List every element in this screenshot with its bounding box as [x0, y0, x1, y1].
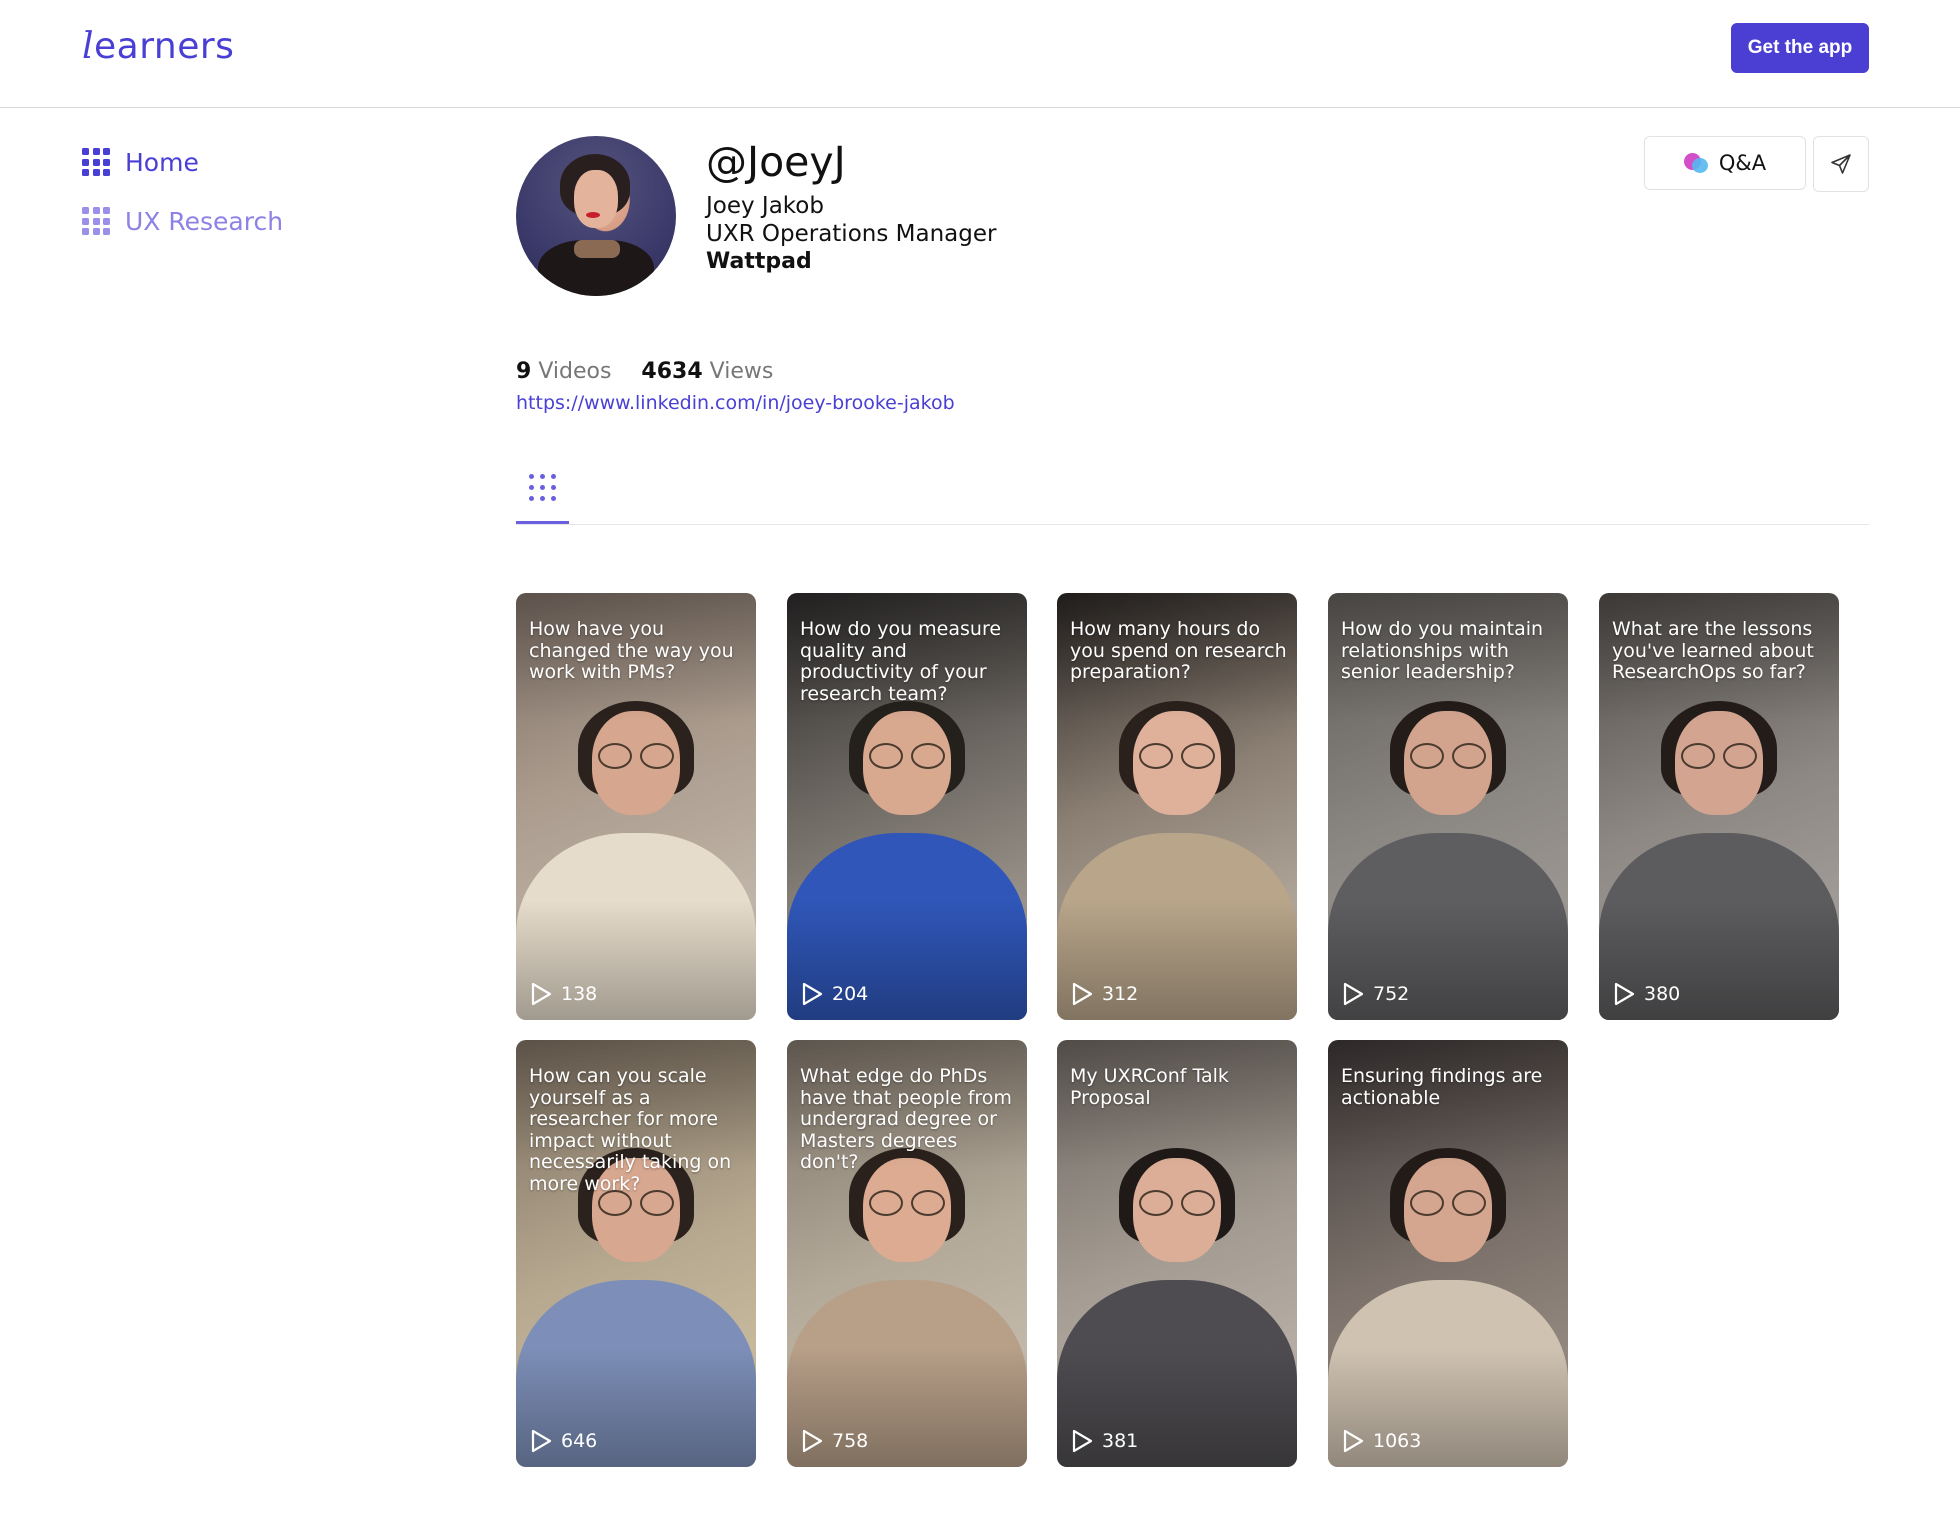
- profile-company: Wattpad: [706, 249, 812, 274]
- video-card[interactable]: How do you maintain relationships with s…: [1328, 593, 1568, 1020]
- video-card[interactable]: How many hours do you spend on research …: [1057, 593, 1297, 1020]
- play-count-number: 381: [1102, 1430, 1139, 1452]
- send-icon: [1831, 154, 1851, 174]
- play-count-number: 646: [561, 1430, 598, 1452]
- video-title: How do you measure quality and productiv…: [800, 618, 1002, 705]
- top-header: learners Get the app: [0, 0, 1960, 108]
- video-card[interactable]: How have you changed the way you work wi…: [516, 593, 756, 1020]
- views-label: Views: [709, 359, 774, 384]
- views-count: 4634: [641, 359, 703, 384]
- video-card[interactable]: Ensuring findings are actionable 1063: [1328, 1040, 1568, 1467]
- play-icon: [531, 1429, 552, 1453]
- play-count-number: 380: [1644, 983, 1681, 1005]
- learners-logo[interactable]: learners: [82, 26, 234, 67]
- video-play-count: 646: [529, 1428, 597, 1454]
- profile-avatar: [516, 136, 676, 296]
- grid-icon: [82, 207, 110, 235]
- play-count-number: 138: [561, 983, 598, 1005]
- video-title: My UXRConf Talk Proposal: [1070, 1065, 1229, 1109]
- play-icon: [531, 982, 552, 1006]
- video-card[interactable]: What are the lessons you've learned abou…: [1599, 593, 1839, 1020]
- video-play-count: 312: [1070, 981, 1138, 1007]
- play-icon: [802, 982, 823, 1006]
- chat-bubbles-icon: [1683, 151, 1710, 175]
- video-title: What are the lessons you've learned abou…: [1612, 618, 1814, 683]
- dots-grid-icon: [529, 474, 559, 504]
- play-icon: [802, 1429, 823, 1453]
- video-play-count: 204: [800, 981, 868, 1007]
- play-icon: [1072, 982, 1093, 1006]
- play-icon: [1343, 1429, 1364, 1453]
- videos-count: 9: [516, 359, 532, 384]
- video-play-count: 752: [1341, 981, 1409, 1007]
- video-title: How can you scale yourself as a research…: [529, 1065, 732, 1195]
- video-title: How do you maintain relationships with s…: [1341, 618, 1544, 683]
- sidebar-item-label: Home: [125, 147, 199, 177]
- sidebar-item-label: UX Research: [125, 206, 284, 236]
- play-count-number: 758: [832, 1430, 869, 1452]
- video-play-count: 138: [529, 981, 597, 1007]
- get-the-app-button[interactable]: Get the app: [1731, 23, 1869, 73]
- video-title: How have you changed the way you work wi…: [529, 618, 734, 683]
- qa-button[interactable]: Q&A: [1644, 136, 1806, 190]
- video-title: What edge do PhDs have that people from …: [800, 1065, 1012, 1173]
- video-play-count: 381: [1070, 1428, 1138, 1454]
- video-card[interactable]: How do you measure quality and productiv…: [787, 593, 1027, 1020]
- profile-handle: @JoeyJ: [706, 138, 846, 186]
- videos-label: Videos: [538, 359, 612, 384]
- play-count-number: 1063: [1373, 1430, 1422, 1452]
- video-card[interactable]: How can you scale yourself as a research…: [516, 1040, 756, 1467]
- play-count-number: 204: [832, 983, 869, 1005]
- play-icon: [1343, 982, 1364, 1006]
- share-button[interactable]: [1813, 136, 1869, 192]
- profile-stats: 9 Videos 4634 Views: [516, 359, 773, 384]
- profile-job-title: UXR Operations Manager: [706, 221, 997, 247]
- play-icon: [1614, 982, 1635, 1006]
- play-icon: [1072, 1429, 1093, 1453]
- sidebar: Home UX Research: [82, 138, 283, 256]
- sidebar-item-ux-research[interactable]: UX Research: [82, 197, 283, 245]
- grid-icon: [82, 148, 110, 176]
- tab-videos-grid[interactable]: [516, 468, 569, 524]
- sidebar-item-home[interactable]: Home: [82, 138, 283, 186]
- video-title: How many hours do you spend on research …: [1070, 618, 1287, 683]
- profile-name: Joey Jakob: [706, 193, 824, 219]
- video-card[interactable]: My UXRConf Talk Proposal 381: [1057, 1040, 1297, 1467]
- video-card[interactable]: What edge do PhDs have that people from …: [787, 1040, 1027, 1467]
- video-play-count: 380: [1612, 981, 1680, 1007]
- qa-button-label: Q&A: [1718, 151, 1767, 175]
- profile-tab-bar: [516, 468, 1869, 525]
- video-play-count: 1063: [1341, 1428, 1421, 1454]
- play-count-number: 752: [1373, 983, 1410, 1005]
- video-title: Ensuring findings are actionable: [1341, 1065, 1543, 1109]
- play-count-number: 312: [1102, 983, 1139, 1005]
- video-play-count: 758: [800, 1428, 868, 1454]
- linkedin-link[interactable]: https://www.linkedin.com/in/joey-brooke-…: [516, 392, 955, 414]
